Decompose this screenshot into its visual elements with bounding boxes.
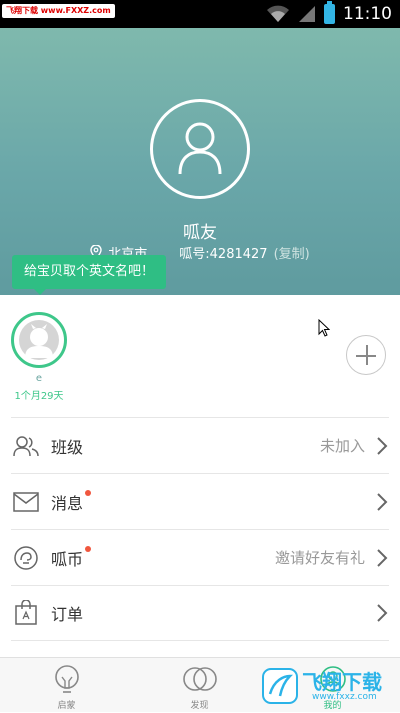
menu-item-orders[interactable]: 订单 bbox=[11, 585, 389, 641]
site-watermark-logo: 飞翔下载 www.fxxz.com bbox=[262, 664, 388, 708]
menu-label: 班级 bbox=[51, 437, 84, 457]
lightbulb-icon bbox=[54, 665, 79, 693]
unread-dot bbox=[85, 489, 92, 496]
unread-dot bbox=[85, 545, 92, 552]
watermark-url: www.fxxz.com bbox=[312, 692, 377, 702]
tab-label: 启蒙 bbox=[57, 701, 76, 711]
baby-icon bbox=[25, 324, 53, 358]
logo-icon bbox=[262, 668, 298, 704]
battery-icon bbox=[324, 1, 335, 24]
baby-section: e 1个月29天 bbox=[0, 295, 400, 415]
mouse-cursor-icon bbox=[318, 319, 330, 337]
clock: 11:10 bbox=[343, 4, 392, 24]
chevron-right-icon bbox=[377, 492, 388, 511]
signal-icon bbox=[299, 6, 315, 22]
menu-value: 邀请好友有礼 bbox=[274, 549, 365, 567]
menu-value: 未加入 bbox=[319, 437, 365, 455]
baby-avatar-placeholder bbox=[19, 320, 59, 360]
baby-avatar[interactable] bbox=[11, 312, 67, 368]
rings-icon bbox=[182, 667, 217, 691]
menu-label: 订单 bbox=[51, 605, 84, 624]
user-name: 呱友 bbox=[183, 223, 217, 243]
add-baby-button[interactable] bbox=[346, 335, 386, 375]
menu-item-class[interactable]: 班级 未加入 bbox=[11, 417, 389, 473]
menu-item-coins[interactable]: 呱币 邀请好友有礼 bbox=[11, 529, 389, 585]
menu-label: 消息 bbox=[51, 489, 92, 514]
tab-discover[interactable]: 发现 bbox=[133, 658, 266, 713]
site-watermark: 飞翔下载 www.FXXZ.com bbox=[2, 4, 115, 18]
chevron-right-icon bbox=[377, 548, 388, 567]
baby-name: e bbox=[35, 373, 43, 384]
status-bar: 飞翔下载 www.FXXZ.com 11:10 bbox=[0, 0, 400, 28]
chevron-right-icon bbox=[377, 436, 388, 455]
settings-menu: 班级 未加入 消息 呱币 邀请好友有礼 订单 bbox=[0, 417, 400, 641]
wifi-icon bbox=[267, 5, 289, 22]
user-icon bbox=[178, 122, 222, 175]
people-icon bbox=[13, 433, 39, 459]
user-id: 呱号:4281427 bbox=[179, 247, 268, 262]
menu-label: 呱币 bbox=[51, 545, 92, 570]
user-avatar[interactable] bbox=[150, 99, 250, 199]
chevron-right-icon bbox=[377, 604, 388, 622]
english-name-tooltip[interactable]: 给宝贝取个英文名吧！ bbox=[12, 255, 167, 295]
baby-age: 1个月29天 bbox=[14, 391, 64, 402]
tab-label: 发现 bbox=[190, 701, 209, 711]
status-icons: 11:10 bbox=[266, 1, 392, 26]
shopping-bag-icon bbox=[13, 600, 39, 626]
watermark-text: 飞翔下载 bbox=[302, 670, 382, 694]
tab-enlightenment[interactable]: 启蒙 bbox=[0, 658, 133, 713]
menu-item-messages[interactable]: 消息 bbox=[11, 473, 389, 529]
envelope-icon bbox=[13, 489, 39, 515]
coin-icon bbox=[13, 545, 39, 571]
copy-id-link[interactable]: (复制) bbox=[274, 243, 310, 262]
